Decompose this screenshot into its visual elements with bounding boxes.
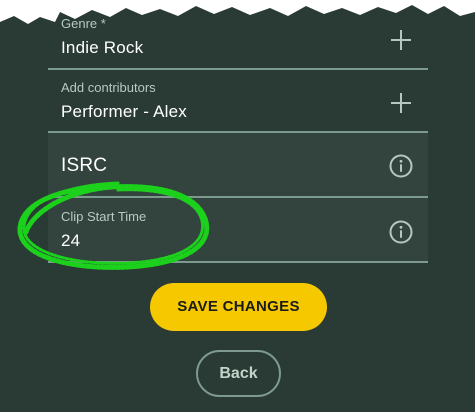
clip-start-time-label: Clip Start Time [61, 209, 147, 224]
genre-value: Indie Rock [61, 38, 144, 57]
isrc-field[interactable]: ISRC [48, 133, 428, 198]
isrc-info-icon[interactable] [389, 154, 413, 178]
back-button[interactable]: Back [196, 350, 281, 397]
clip-start-info-icon[interactable] [389, 220, 413, 244]
screen-background: Genre * Indie Rock Add contributors Perf… [0, 5, 475, 412]
contributors-label: Add contributors [61, 80, 156, 95]
clip-start-time-field[interactable]: Clip Start Time 24 [48, 198, 428, 263]
add-genre-plus-icon[interactable] [391, 30, 411, 50]
genre-field[interactable]: Genre * Indie Rock [48, 5, 428, 70]
save-changes-button[interactable]: SAVE CHANGES [150, 283, 327, 331]
clip-start-time-value: 24 [61, 231, 81, 250]
add-contributor-plus-icon[interactable] [391, 93, 411, 113]
contributors-field[interactable]: Add contributors Performer - Alex [48, 70, 428, 133]
contributors-value: Performer - Alex [61, 102, 188, 121]
isrc-placeholder: ISRC [61, 155, 108, 176]
genre-label: Genre * [61, 16, 106, 31]
